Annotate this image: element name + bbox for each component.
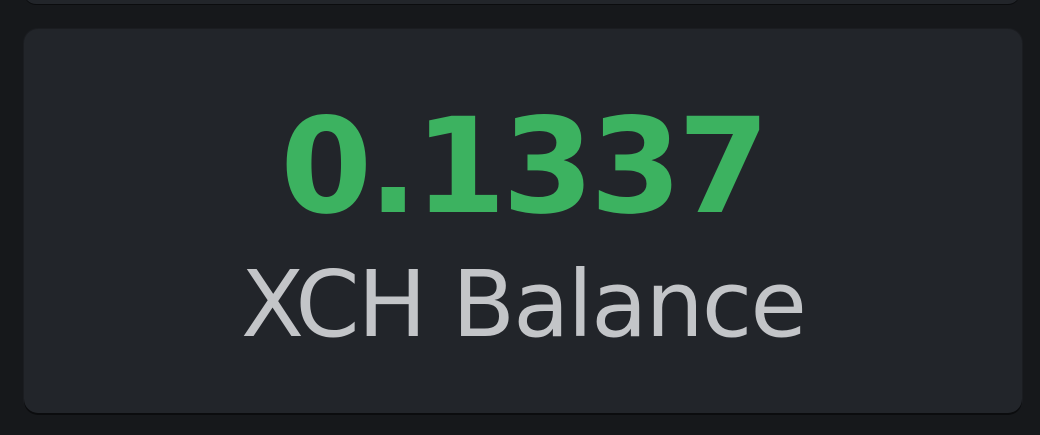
dashboard-page: 0.1337 XCH Balance <box>0 0 1040 435</box>
xch-balance-card: 0.1337 XCH Balance <box>24 29 1022 413</box>
balance-amount: 0.1337 <box>280 90 769 244</box>
balance-label: XCH Balance <box>241 251 807 358</box>
previous-card-edge <box>24 0 1020 4</box>
